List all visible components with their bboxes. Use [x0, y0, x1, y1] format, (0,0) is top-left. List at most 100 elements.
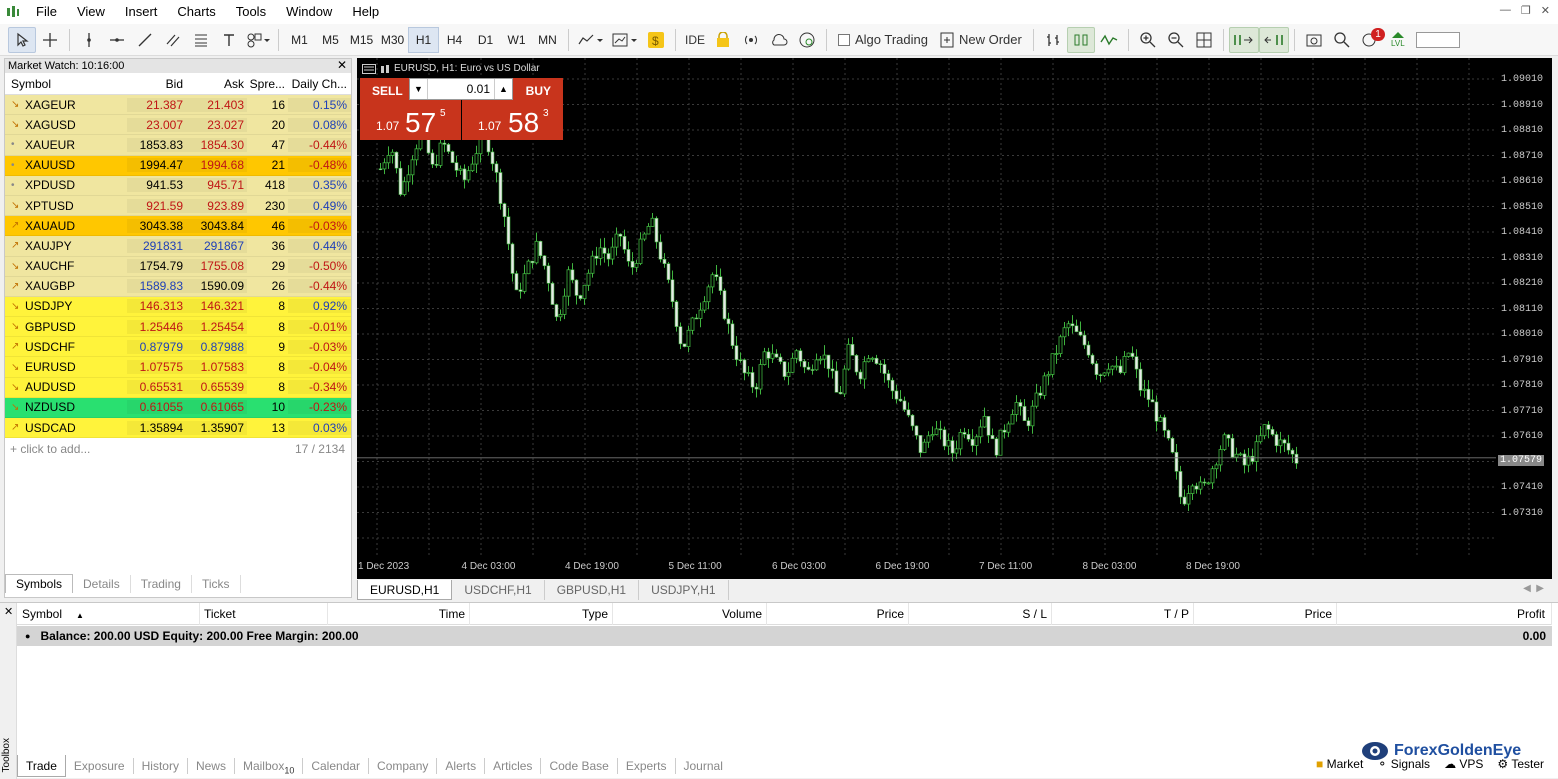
lvl-button[interactable]: LVL	[1384, 27, 1412, 53]
tf-h1[interactable]: H1	[408, 26, 439, 53]
menu-insert[interactable]: Insert	[115, 0, 168, 24]
market-watch-row[interactable]: • XAUUSD 1994.47 1994.68 21 -0.48%	[5, 155, 351, 176]
status-tester[interactable]: ⚙ Tester	[1497, 757, 1544, 771]
auto-scroll-icon[interactable]	[1228, 26, 1259, 53]
status-signals[interactable]: ⚬ Signals	[1377, 757, 1430, 771]
bar-chart-icon[interactable]	[1039, 27, 1067, 53]
col-symbol[interactable]: Symbol	[5, 77, 127, 91]
tab-exposure[interactable]: Exposure	[66, 758, 134, 774]
market-watch-row[interactable]: ↘ XAGEUR 21.387 21.403 16 0.15%	[5, 95, 351, 116]
indicators-icon[interactable]	[574, 27, 608, 53]
channel-icon[interactable]	[159, 27, 187, 53]
trend-line-icon[interactable]	[131, 27, 159, 53]
screenshot-icon[interactable]	[1300, 27, 1328, 53]
signal-icon[interactable]	[737, 27, 765, 53]
tf-m15[interactable]: M15	[346, 27, 377, 53]
tab-symbols[interactable]: Symbols	[5, 574, 74, 593]
market-watch-row[interactable]: • XAUEUR 1853.83 1854.30 47 -0.44%	[5, 135, 351, 156]
tab-code-base[interactable]: Code Base	[541, 758, 618, 774]
market-watch-row[interactable]: ↗ XAUJPY 291831 291867 36 0.44%	[5, 236, 351, 257]
algo-trading-checkbox[interactable]	[838, 33, 850, 46]
tf-m1[interactable]: M1	[284, 27, 315, 53]
text-icon[interactable]	[215, 27, 243, 53]
menu-view[interactable]: View	[67, 0, 115, 24]
volume-decrease-icon[interactable]: ▼	[410, 79, 428, 99]
market-watch-row[interactable]: ↘ GBPUSD 1.25446 1.25454 8 -0.01%	[5, 317, 351, 338]
menu-charts[interactable]: Charts	[167, 0, 225, 24]
crosshair-icon[interactable]	[36, 27, 64, 53]
shapes-icon[interactable]	[243, 27, 273, 53]
cursor-icon[interactable]	[8, 26, 36, 53]
market-watch-row[interactable]: ↗ XAUGBP 1589.83 1590.09 26 -0.44%	[5, 276, 351, 297]
tab-history[interactable]: History	[134, 758, 188, 774]
templates-icon[interactable]	[608, 27, 642, 53]
col-sl[interactable]: S / L	[909, 602, 1052, 625]
market-watch-row[interactable]: ↘ EURUSD 1.07575 1.07583 8 -0.04%	[5, 357, 351, 378]
zoom-in-icon[interactable]	[1134, 27, 1162, 53]
vertical-line-icon[interactable]	[75, 27, 103, 53]
minimize-icon[interactable]: —	[1500, 4, 1511, 17]
close-icon[interactable]: ✕	[1541, 4, 1550, 17]
close-icon[interactable]: ✕	[4, 605, 13, 618]
tab-trading[interactable]: Trading	[131, 575, 192, 593]
tab-experts[interactable]: Experts	[618, 758, 676, 774]
tab-scroll-icon[interactable]: ◀ ▶	[1523, 583, 1544, 594]
zoom-out-icon[interactable]	[1162, 27, 1190, 53]
search-icon[interactable]	[1328, 27, 1356, 53]
market-watch-row[interactable]: ↘ NZDUSD 0.61055 0.61065 10 -0.23%	[5, 397, 351, 418]
volume-increase-icon[interactable]: ▲	[494, 79, 512, 99]
menu-help[interactable]: Help	[342, 0, 389, 24]
market-watch-row[interactable]: ↘ USDJPY 146.313 146.321 8 0.92%	[5, 296, 351, 318]
tab-eurusd-h1[interactable]: EURUSD,H1	[357, 580, 453, 600]
tab-usdjpy-h1[interactable]: USDJPY,H1	[639, 580, 729, 600]
tab-company[interactable]: Company	[369, 758, 438, 774]
tab-gbpusd-h1[interactable]: GBPUSD,H1	[545, 580, 640, 600]
cloud-icon[interactable]	[765, 27, 793, 53]
status-vps[interactable]: ☁ VPS	[1444, 757, 1483, 771]
market-watch-row[interactable]: ↘ AUDUSD 0.65531 0.65539 8 -0.34%	[5, 377, 351, 398]
market-watch-row[interactable]: ↗ USDCAD 1.35894 1.35907 13 0.03%	[5, 418, 351, 439]
volume-value[interactable]: 0.01	[428, 82, 494, 96]
close-icon[interactable]: ✕	[337, 58, 347, 72]
col-bid[interactable]: Bid	[127, 77, 186, 91]
balance-row[interactable]: ● Balance: 200.00 USD Equity: 200.00 Fre…	[17, 626, 1552, 646]
market-watch-row[interactable]: ↗ XAUAUD 3043.38 3043.84 46 -0.03%	[5, 216, 351, 237]
new-order-button[interactable]: New Order	[934, 27, 1028, 53]
line-chart-icon[interactable]	[1095, 27, 1123, 53]
market-watch-row[interactable]: ↘ XPTUSD 921.59 923.89 230 0.49%	[5, 195, 351, 217]
tab-trade[interactable]: Trade	[17, 755, 66, 777]
col-tp[interactable]: T / P	[1052, 602, 1194, 625]
tab-alerts[interactable]: Alerts	[437, 758, 486, 774]
lock-icon[interactable]	[709, 27, 737, 53]
price-scale[interactable]: 1.09010 1.08910 1.08810 1.08710 1.08610 1.085…	[1496, 58, 1552, 579]
tab-ticks[interactable]: Ticks	[192, 575, 241, 593]
algo-trading-button[interactable]: Algo Trading	[832, 27, 934, 53]
tab-usdchf-h1[interactable]: USDCHF,H1	[452, 580, 545, 600]
tab-calendar[interactable]: Calendar	[303, 758, 370, 774]
tf-m5[interactable]: M5	[315, 27, 346, 53]
market-watch-row[interactable]: • XPDUSD 941.53 945.71 418 0.35%	[5, 175, 351, 196]
tile-windows-icon[interactable]	[1190, 27, 1218, 53]
col-profit[interactable]: Profit	[1337, 602, 1552, 625]
market-watch-row[interactable]: ↘ XAUCHF 1754.79 1755.08 29 -0.50%	[5, 256, 351, 277]
col-daily-change[interactable]: Daily Ch...	[288, 77, 351, 91]
coin-icon[interactable]: $	[642, 27, 670, 53]
col-current-price[interactable]: Price	[1194, 602, 1337, 625]
menu-tools[interactable]: Tools	[226, 0, 276, 24]
col-type[interactable]: Type	[470, 602, 613, 625]
tf-mn[interactable]: MN	[532, 27, 563, 53]
status-market[interactable]: ■ Market	[1316, 757, 1363, 771]
ide-button[interactable]: IDE	[681, 27, 709, 53]
tab-mailbox[interactable]: Mailbox10	[235, 758, 304, 775]
market-watch-row[interactable]: ↘ XAGUSD 23.007 23.027 20 0.08%	[5, 115, 351, 136]
horizontal-line-icon[interactable]	[103, 27, 131, 53]
col-volume[interactable]: Volume	[613, 602, 767, 625]
market-watch-row[interactable]: ↗ USDCHF 0.87979 0.87988 9 -0.03%	[5, 337, 351, 358]
tab-news[interactable]: News	[188, 758, 235, 774]
tf-w1[interactable]: W1	[501, 27, 532, 53]
restore-icon[interactable]: ❐	[1521, 4, 1531, 17]
tab-journal[interactable]: Journal	[676, 758, 731, 774]
chart-shift-icon[interactable]	[1258, 26, 1289, 53]
tf-d1[interactable]: D1	[470, 27, 501, 53]
fibonacci-icon[interactable]	[187, 27, 215, 53]
